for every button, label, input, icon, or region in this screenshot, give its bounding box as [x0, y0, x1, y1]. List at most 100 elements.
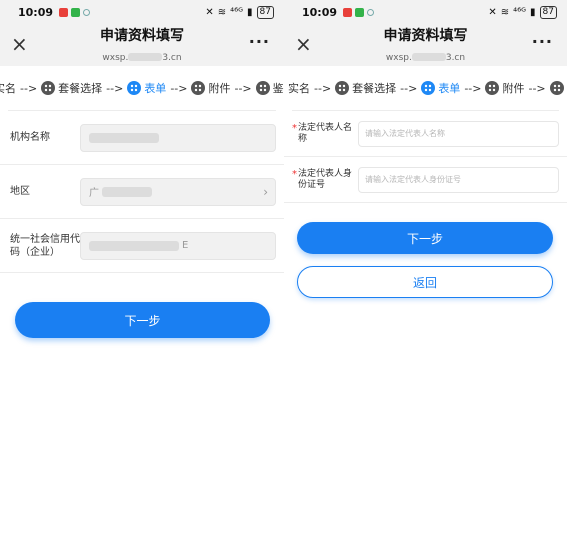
status-time: 10:09: [302, 5, 338, 19]
legal-rep-name-input[interactable]: [358, 120, 559, 147]
url-suffix: 3.cn: [445, 52, 466, 63]
credit-code-row: 统一社会信用代码（企业） E: [0, 219, 284, 273]
back-button[interactable]: 返回: [297, 266, 553, 298]
credit-code-label: 统一社会信用代码（企业）: [10, 233, 80, 258]
required-mark: *: [292, 122, 297, 134]
step-label: 实名: [0, 82, 16, 95]
step-icon: [127, 81, 142, 95]
credit-code-field[interactable]: E: [80, 231, 276, 260]
org-name-field[interactable]: [80, 123, 276, 152]
status-bar: 10:09 ✕ ≋ ⁴⁶ᴳ ▮ 87: [0, 0, 284, 24]
value-redaction: [89, 240, 179, 251]
app-icon: [367, 8, 375, 16]
legal-rep-id-row: * 法定代表人身份证号: [284, 157, 567, 203]
step-arrow: -->: [400, 81, 418, 95]
signal-label: ⁴⁶ᴳ: [513, 6, 527, 18]
step-realname: 实名 -->: [288, 80, 331, 96]
step-verify: 鉴别: [546, 80, 567, 96]
step-label: 鉴别: [272, 82, 284, 95]
chevron-right-icon: ›: [263, 184, 268, 199]
legal-rep-id-input[interactable]: [358, 166, 559, 193]
step-icon: [485, 81, 500, 95]
region-value: 广: [89, 188, 99, 199]
credit-code-value: E: [182, 240, 189, 251]
page-url: wxsp. 3.cn: [386, 52, 465, 64]
legal-rep-id-label: * 法定代表人身份证号: [292, 169, 358, 191]
app-icon: [83, 8, 91, 16]
step-arrow: -->: [234, 81, 252, 95]
step-attachment: 附件 -->: [481, 80, 546, 96]
org-name-label: 机构名称: [10, 132, 50, 143]
step-label: 表单: [144, 82, 167, 95]
step-label: 表单: [438, 82, 461, 95]
step-icon: [549, 81, 564, 95]
step-icon: [335, 81, 350, 95]
legal-rep-id-label-text: 法定代表人身份证号: [298, 168, 353, 190]
step-label: 套餐选择: [58, 82, 103, 95]
required-mark: *: [292, 168, 297, 180]
step-icon: [191, 81, 206, 95]
wechat-icon: [71, 7, 81, 17]
page-url: wxsp. 3.cn: [102, 52, 181, 64]
battery-indicator: 87: [539, 5, 557, 19]
legal-rep-name-label-text: 法定代表人名称: [298, 122, 353, 144]
notification-icon: [59, 7, 69, 17]
region-label: 地区: [10, 186, 30, 197]
step-verify: 鉴别: [252, 80, 284, 96]
battery-indicator: 87: [256, 5, 274, 19]
nav-bar: × 申请资料填写 wxsp. 3.cn ···: [0, 24, 284, 66]
step-icon: [421, 81, 436, 95]
step-indicator: 实名--> 套餐选择--> 表单--> 附件--> 鉴别: [288, 66, 567, 110]
step-icon: [255, 81, 270, 95]
step-form: 表单 -->: [123, 80, 187, 96]
step-arrow: -->: [170, 81, 188, 95]
region-row: 地区 广 ›: [0, 165, 284, 219]
wifi-icon: ≋: [500, 6, 510, 18]
mute-icon: ✕: [488, 6, 497, 18]
more-icon[interactable]: ···: [532, 32, 553, 51]
step-label: 套餐选择: [352, 82, 397, 95]
step-arrow: -->: [528, 81, 546, 95]
right-screen: 10:09 ✕ ≋ ⁴⁶ᴳ ▮ 87 × 申请资料填写 wxsp. 3.cn ··…: [284, 0, 567, 534]
step-package: 套餐选择 -->: [331, 80, 417, 96]
signal-icon: ▮: [247, 6, 253, 18]
value-redaction: [89, 132, 159, 143]
url-prefix: wxsp.: [385, 52, 412, 63]
url-prefix: wxsp.: [102, 52, 129, 63]
notification-icon: [343, 7, 353, 17]
step-arrow: -->: [20, 81, 38, 95]
legal-rep-name-label: * 法定代表人名称: [292, 123, 358, 145]
region-select[interactable]: 广 ›: [80, 177, 276, 206]
step-label: 附件: [208, 82, 231, 95]
url-redaction: [411, 53, 446, 61]
step-arrow: -->: [464, 81, 482, 95]
step-package: 套餐选择 -->: [37, 80, 123, 96]
signal-icon: ▮: [530, 6, 536, 18]
status-bar: 10:09 ✕ ≋ ⁴⁶ᴳ ▮ 87: [284, 0, 567, 24]
left-screen: 10:09 ✕ ≋ ⁴⁶ᴳ ▮ 87 × 申请资料填写 wxsp. 3.cn ··…: [0, 0, 284, 534]
wifi-icon: ≋: [217, 6, 227, 18]
step-arrow: -->: [106, 81, 124, 95]
page-title: 申请资料填写: [383, 27, 468, 44]
step-label: 实名: [288, 82, 310, 95]
url-suffix: 3.cn: [162, 52, 182, 63]
close-icon[interactable]: ×: [11, 33, 28, 55]
step-form: 表单 -->: [417, 80, 481, 96]
step-indicator: 实名--> 套餐选择--> 表单--> 附件--> 鉴别: [0, 66, 284, 110]
value-redaction: [102, 186, 152, 197]
close-icon[interactable]: ×: [295, 33, 312, 55]
step-arrow: -->: [314, 81, 332, 95]
next-button[interactable]: 下一步: [15, 302, 270, 338]
legal-rep-name-row: * 法定代表人名称: [284, 111, 567, 157]
status-time: 10:09: [18, 5, 54, 19]
next-button[interactable]: 下一步: [297, 222, 553, 254]
step-label: 附件: [502, 82, 525, 95]
org-name-row: 机构名称: [0, 111, 284, 165]
nav-bar: × 申请资料填写 wxsp. 3.cn ···: [284, 24, 567, 66]
url-redaction: [128, 53, 163, 61]
mute-icon: ✕: [205, 6, 214, 18]
signal-label: ⁴⁶ᴳ: [230, 6, 244, 18]
step-attachment: 附件 -->: [187, 80, 252, 96]
step-icon: [41, 81, 56, 95]
more-icon[interactable]: ···: [249, 32, 270, 51]
